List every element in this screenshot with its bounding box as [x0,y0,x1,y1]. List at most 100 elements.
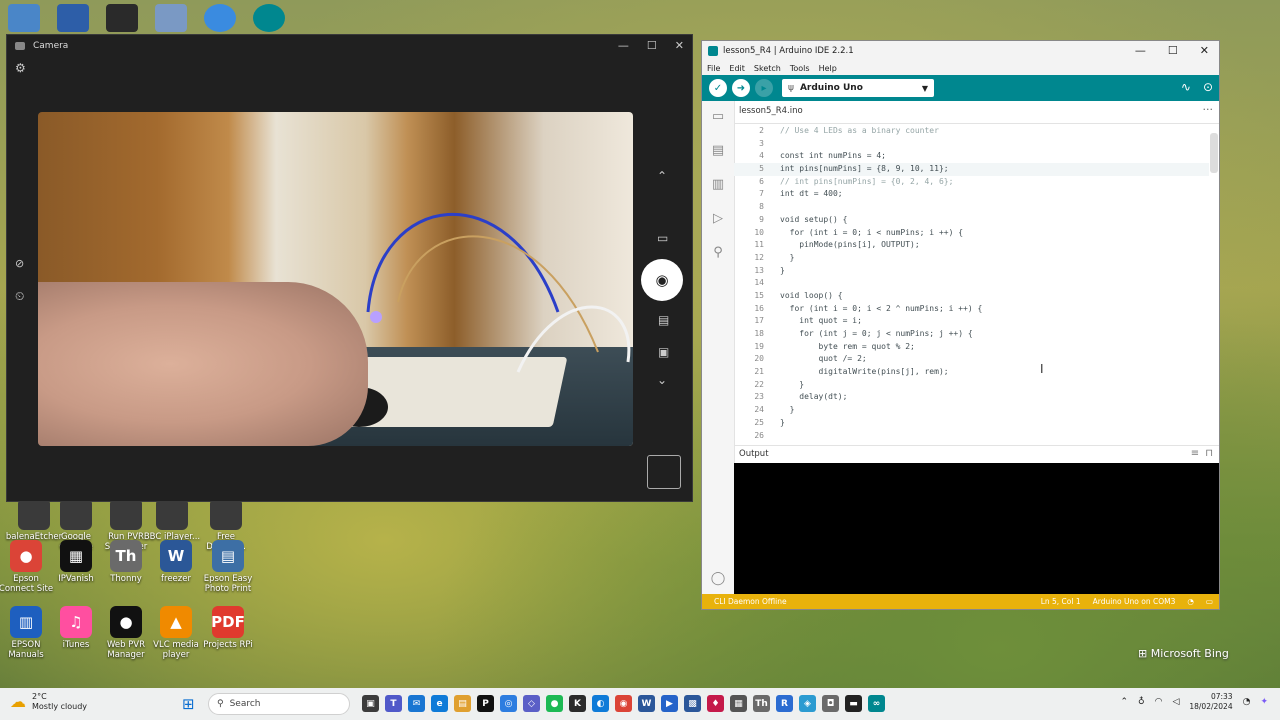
menu-file[interactable]: File [707,64,720,73]
close-button[interactable]: ✕ [675,39,684,52]
photo-shutter-button[interactable]: ◉ [641,259,683,301]
taskbar-app-icon[interactable]: ▣ [362,695,379,712]
taskbar-app-icon[interactable]: ▶ [661,695,678,712]
taskbar-app-icon[interactable]: ◈ [799,695,816,712]
lock-icon[interactable]: ⊓ [1205,448,1213,459]
notification-icon[interactable]: ◔ [1187,597,1194,606]
desktop-icon-top-4[interactable] [155,4,187,32]
clock[interactable]: 07:33 18/02/2024 [1189,692,1232,712]
taskbar-search[interactable]: ⚲ Search [208,693,350,715]
more-icon[interactable]: ··· [1203,103,1214,116]
app-icon: ● [110,606,142,638]
collapse-down-icon[interactable]: ⌄ [657,373,667,387]
taskbar-app-icon[interactable]: ◎ [500,695,517,712]
desktop-icon[interactable]: ▲ VLC media player [146,606,206,660]
sketchbook-folder-icon[interactable]: ▭ [702,109,734,124]
debug-panel-icon[interactable]: ▷ [702,211,734,226]
ide-maximize-button[interactable]: ☐ [1168,44,1178,57]
arduino-ide-window[interactable]: lesson5_R4 | Arduino IDE 2.2.1 — ☐ ✕ Fil… [701,40,1220,610]
camera-window[interactable]: Camera — ☐ ✕ ⚙ ⊘ ⏲ ⌃ ▭ ◉ ▤ ▣ ⌄ [6,34,693,502]
arduino-app-icon [708,46,718,56]
debug-button[interactable]: ▸ [755,79,773,97]
cursor-position[interactable]: Ln 5, Col 1 [1041,597,1081,606]
taskbar-app-icon[interactable]: ◉ [615,695,632,712]
serial-plotter-icon[interactable]: ∿ [1181,80,1191,94]
tab-lesson5-r4[interactable]: lesson5_R4.ino [739,106,803,116]
taskbar-app-icon[interactable]: e [431,695,448,712]
taskbar-app-icon[interactable]: Th [753,695,770,712]
panel-toggle-icon[interactable]: ▭ [1206,597,1213,606]
desktop-icon-label: Epson Easy Photo Print [203,574,253,594]
menu-edit[interactable]: Edit [729,64,745,73]
board-selector[interactable]: ψ Arduino Uno ▼ [782,79,934,97]
editor-scrollbar[interactable] [1210,133,1218,173]
code-line: 23 delay(dt); [734,391,1209,404]
taskbar-app-icon[interactable]: ◘ [822,695,839,712]
ide-close-button[interactable]: ✕ [1200,44,1209,57]
board-port-status[interactable]: Arduino Uno on COM3 [1093,597,1176,606]
taskbar-app-icon[interactable]: T [385,695,402,712]
profile-icon[interactable]: ◯ [702,571,734,586]
taskbar-app-icon[interactable]: ▩ [684,695,701,712]
desktop-icon-label: freezer [161,574,191,584]
menu-tools[interactable]: Tools [790,64,810,73]
chevron-up-icon[interactable]: ⌃ [1120,697,1128,707]
verify-button[interactable]: ✓ [709,79,727,97]
taskbar-app-icon[interactable]: P [477,695,494,712]
taskbar-app-icon[interactable]: ◇ [523,695,540,712]
taskbar-app-icon[interactable]: ▬ [845,695,862,712]
app-icon [210,498,242,530]
collapse-up-icon[interactable]: ⌃ [657,169,667,183]
video-mode-icon[interactable]: ▭ [657,231,668,245]
taskbar-app-icon[interactable]: W [638,695,655,712]
library-manager-icon[interactable]: ▥ [702,177,734,192]
taskbar-app-icon[interactable]: ● [546,695,563,712]
last-photo-thumbnail[interactable] [647,455,681,489]
microphone-icon[interactable]: ♁ [1138,697,1145,707]
notification-bell-icon[interactable]: ◔ [1243,697,1251,707]
taskbar-app-icon[interactable]: K [569,695,586,712]
code-editor[interactable]: 2 // Use 4 LEDs as a binary counter 3 4 cons… [734,125,1209,443]
search-icon[interactable]: ⚲ [702,245,734,260]
desktop-icon[interactable]: BBC iPlayer... [142,498,202,542]
desktop-icon-top-5[interactable] [204,4,236,32]
upload-button[interactable]: ➜ [732,79,750,97]
desktop-icon-top-2[interactable] [57,4,89,32]
desktop-icon-top-1[interactable] [8,4,40,32]
ide-minimize-button[interactable]: — [1135,44,1146,57]
desktop-icon[interactable]: PDF Projects RPi [198,606,258,650]
desktop-icon-top-6[interactable] [253,4,285,32]
taskbar-app-icon[interactable]: ▤ [454,695,471,712]
minimize-button[interactable]: — [618,39,629,52]
volume-icon[interactable]: ◁ [1172,697,1179,707]
serial-monitor-icon[interactable]: ⊙ [1203,80,1213,94]
maximize-button[interactable]: ☐ [647,39,657,52]
menu-help[interactable]: Help [819,64,837,73]
taskbar-app-icon[interactable]: ♦ [707,695,724,712]
desktop-icon-top-3[interactable] [106,4,138,32]
boards-manager-icon[interactable]: ▤ [702,143,734,158]
timer-icon[interactable]: ⏲ [15,289,24,304]
desktop-icon[interactable]: Wfreezer [146,540,206,584]
menu-sketch[interactable]: Sketch [754,64,781,73]
debug-icon: ▸ [761,82,767,94]
windows-start-icon[interactable]: ⊞ [182,695,195,713]
settings-icon[interactable]: ⚙ [15,61,26,75]
desktop-icon[interactable]: ▤ Epson Easy Photo Print [198,540,258,594]
barcode-mode-icon[interactable]: ▣ [658,345,669,359]
taskbar-app-icon[interactable]: ✉ [408,695,425,712]
wifi-icon[interactable]: ◠ [1155,697,1163,707]
document-mode-icon[interactable]: ▤ [658,313,669,327]
taskbar-app-icon[interactable]: ▦ [730,695,747,712]
hdr-off-icon[interactable]: ⊘ [15,257,24,270]
output-console[interactable] [734,463,1219,595]
weather-widget[interactable]: ☁ 2°C Mostly cloudy [10,692,87,712]
taskbar-app-icon[interactable]: R [776,695,793,712]
taskbar-app-icon[interactable]: ◐ [592,695,609,712]
clear-output-icon[interactable]: ≡ [1191,448,1199,459]
copilot-icon[interactable]: ✦ [1260,697,1268,707]
line-number: 7 [759,189,764,199]
taskbar-app-icon[interactable]: ∞ [868,695,885,712]
code-text: quot /= 2; [780,354,867,364]
code-line: 18 for (int j = 0; j < numPins; j ++) { [734,328,1209,341]
